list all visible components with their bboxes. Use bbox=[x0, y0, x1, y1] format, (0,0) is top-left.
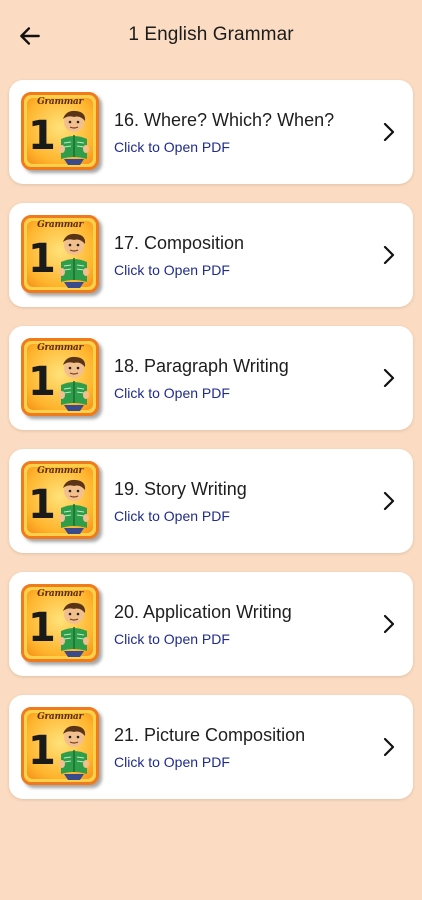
item-title: 18. Paragraph Writing bbox=[114, 356, 289, 376]
thumbnail-word: Grammar bbox=[37, 712, 83, 722]
thumbnail-word: Grammar bbox=[37, 220, 83, 230]
list-item[interactable]: Grammar 1 16. Where? Which? When? Click … bbox=[9, 80, 413, 184]
chevron-right-icon[interactable] bbox=[379, 366, 399, 390]
grammar-book-thumbnail: Grammar 1 bbox=[21, 92, 99, 170]
thumbnail-word: Grammar bbox=[37, 589, 83, 599]
list-item[interactable]: Grammar 1 20. Application Writing Click … bbox=[9, 572, 413, 676]
item-title: 19. Story Writing bbox=[114, 479, 247, 499]
thumbnail-word: Grammar bbox=[37, 466, 83, 476]
thumbnail-number: 1 bbox=[28, 482, 56, 528]
list-item[interactable]: Grammar 1 19. Story Writing Click to Ope… bbox=[9, 449, 413, 553]
item-title: 21. Picture Composition bbox=[114, 725, 306, 745]
reading-child-icon bbox=[59, 479, 89, 534]
item-title: 20. Application Writing bbox=[114, 602, 292, 622]
item-title: 16. Where? Which? When? bbox=[114, 110, 335, 130]
pdf-list: Grammar 1 15. Who? What? How? Click to O… bbox=[0, 0, 422, 900]
open-pdf-link[interactable]: Click to Open PDF bbox=[114, 508, 230, 524]
grammar-book-thumbnail: Grammar 1 bbox=[21, 215, 99, 293]
thumbnail-word: Grammar bbox=[37, 97, 83, 107]
reading-child-icon bbox=[59, 110, 89, 165]
open-pdf-link[interactable]: Click to Open PDF bbox=[114, 754, 230, 770]
thumbnail-number: 1 bbox=[28, 359, 56, 405]
open-pdf-link[interactable]: Click to Open PDF bbox=[114, 139, 230, 155]
reading-child-icon bbox=[59, 356, 89, 411]
chevron-right-icon[interactable] bbox=[379, 120, 399, 144]
thumbnail-number: 1 bbox=[28, 236, 56, 282]
grammar-book-thumbnail: Grammar 1 bbox=[21, 707, 99, 785]
thumbnail-word: Grammar bbox=[37, 343, 83, 353]
grammar-book-thumbnail: Grammar 1 bbox=[21, 584, 99, 662]
chevron-right-icon[interactable] bbox=[379, 489, 399, 513]
open-pdf-link[interactable]: Click to Open PDF bbox=[114, 262, 230, 278]
thumbnail-number: 1 bbox=[28, 113, 56, 159]
thumbnail-number: 1 bbox=[28, 728, 56, 774]
chevron-right-icon[interactable] bbox=[379, 612, 399, 636]
grammar-book-thumbnail: Grammar 1 bbox=[21, 461, 99, 539]
grammar-book-thumbnail: Grammar 1 bbox=[21, 338, 99, 416]
chevron-right-icon[interactable] bbox=[379, 735, 399, 759]
reading-child-icon bbox=[59, 725, 89, 780]
thumbnail-number: 1 bbox=[28, 605, 56, 651]
chevron-right-icon[interactable] bbox=[379, 243, 399, 267]
item-title: 17. Composition bbox=[114, 233, 245, 253]
app-bar: 1 English Grammar bbox=[0, 0, 422, 66]
open-pdf-link[interactable]: Click to Open PDF bbox=[114, 631, 230, 647]
reading-child-icon bbox=[59, 233, 89, 288]
reading-child-icon bbox=[59, 602, 89, 657]
list-item[interactable]: Grammar 1 21. Picture Composition Click … bbox=[9, 695, 413, 799]
list-item[interactable]: Grammar 1 17. Composition Click to Open … bbox=[9, 203, 413, 307]
open-pdf-link[interactable]: Click to Open PDF bbox=[114, 385, 230, 401]
list-item[interactable]: Grammar 1 18. Paragraph Writing Click to… bbox=[9, 326, 413, 430]
page-title: 1 English Grammar bbox=[128, 24, 294, 45]
